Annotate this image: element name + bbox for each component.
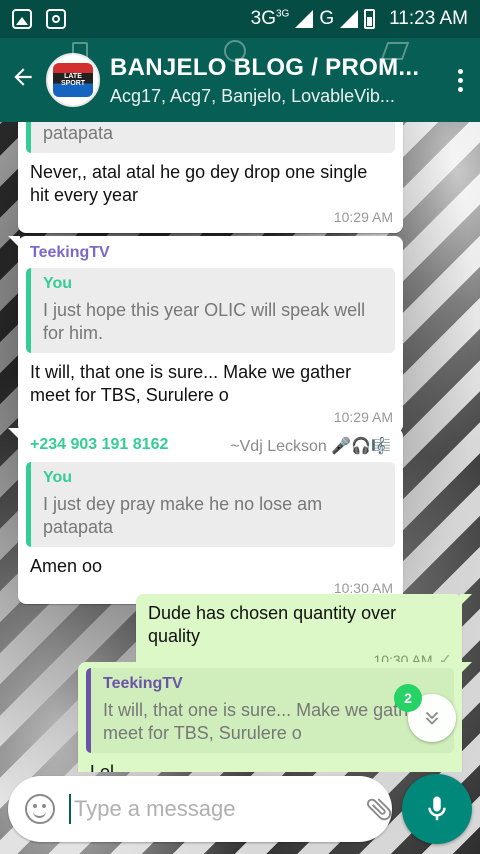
- signal-icon: [295, 10, 314, 28]
- status-bar: 3G3G G 11:23 AM: [0, 0, 480, 38]
- quoted-text: I just hope this year OLIC will speak we…: [43, 300, 366, 343]
- unread-count-badge: 2: [394, 684, 422, 712]
- gallery-notification-icon: [12, 9, 32, 29]
- quoted-author: You: [43, 469, 73, 486]
- signal-icon-2: [340, 10, 359, 28]
- message-input[interactable]: [69, 794, 362, 824]
- chat-header: LATE SPORT BANJELO BLOG / PROM... Acg17,…: [0, 38, 480, 122]
- chat-title: BANJELO BLOG / PROM...: [110, 53, 420, 81]
- message-text: It will, that one is sure... Make we gat…: [30, 362, 352, 405]
- quoted-message[interactable]: You I just dey pray make he no lose am p…: [26, 462, 395, 547]
- quoted-text: It will, that one is sure... Make we gat…: [103, 700, 425, 743]
- sender-alias: ~Vdj Leckson 🎤🎧🎼: [230, 438, 391, 455]
- quoted-author: TeekingTV: [103, 675, 183, 692]
- instagram-notification-icon: [46, 9, 66, 29]
- emoji-icon[interactable]: [25, 794, 55, 824]
- message-list[interactable]: I just dey pray make he no lose am patap…: [0, 122, 480, 772]
- quoted-message[interactable]: I just dey pray make he no lose am patap…: [26, 122, 395, 153]
- double-chevron-down-icon: [425, 711, 439, 725]
- back-arrow-icon[interactable]: [0, 64, 46, 96]
- overflow-menu-icon[interactable]: [440, 68, 480, 92]
- quoted-message[interactable]: TeekingTV It will, that one is sure... M…: [86, 668, 454, 753]
- group-logo: LATE SPORT: [53, 63, 93, 97]
- quoted-author: You: [43, 275, 73, 292]
- message-bubble-outgoing[interactable]: TeekingTV It will, that one is sure... M…: [78, 662, 472, 772]
- message-text: Never,, atal atal he go dey drop one sin…: [30, 162, 368, 205]
- network-type: 3G3G: [250, 8, 290, 29]
- chat-title-block[interactable]: BANJELO BLOG / PROM... Acg17, Acg7, Banj…: [110, 54, 440, 107]
- chat-participants: Acg17, Acg7, Banjelo, LovableVib...: [110, 85, 395, 106]
- message-text: Amen oo: [30, 556, 103, 576]
- message-text: Lol: [90, 762, 115, 772]
- quoted-text: I just dey pray make he no lose am patap…: [43, 494, 323, 537]
- voice-record-button[interactable]: [402, 774, 472, 844]
- quoted-message[interactable]: You I just hope this year OLIC will spea…: [26, 268, 395, 353]
- message-time: 10:29 AM: [333, 209, 393, 225]
- network-type-2: G: [319, 8, 335, 29]
- message-composer: [8, 776, 442, 842]
- group-avatar[interactable]: LATE SPORT: [46, 53, 100, 107]
- message-sender: +234 903 191 8162 ~Vdj Leckson 🎤🎧🎼: [30, 436, 391, 455]
- message-time: 10:29 AM: [333, 409, 393, 425]
- status-time: 11:23 AM: [389, 8, 468, 29]
- message-text: Dude has chosen quantity over quality: [148, 603, 397, 646]
- message-bubble[interactable]: +234 903 191 8162 ~Vdj Leckson 🎤🎧🎼 You I…: [8, 428, 403, 604]
- attach-paperclip-icon[interactable]: [362, 792, 396, 826]
- message-bubble[interactable]: TeekingTV You I just hope this year OLIC…: [8, 236, 403, 433]
- battery-icon: [364, 9, 376, 29]
- message-bubble[interactable]: I just dey pray make he no lose am patap…: [18, 122, 403, 233]
- message-sender: TeekingTV: [30, 244, 110, 261]
- microphone-icon: [428, 796, 446, 821]
- quoted-text: I just dey pray make he no lose am patap…: [43, 123, 114, 143]
